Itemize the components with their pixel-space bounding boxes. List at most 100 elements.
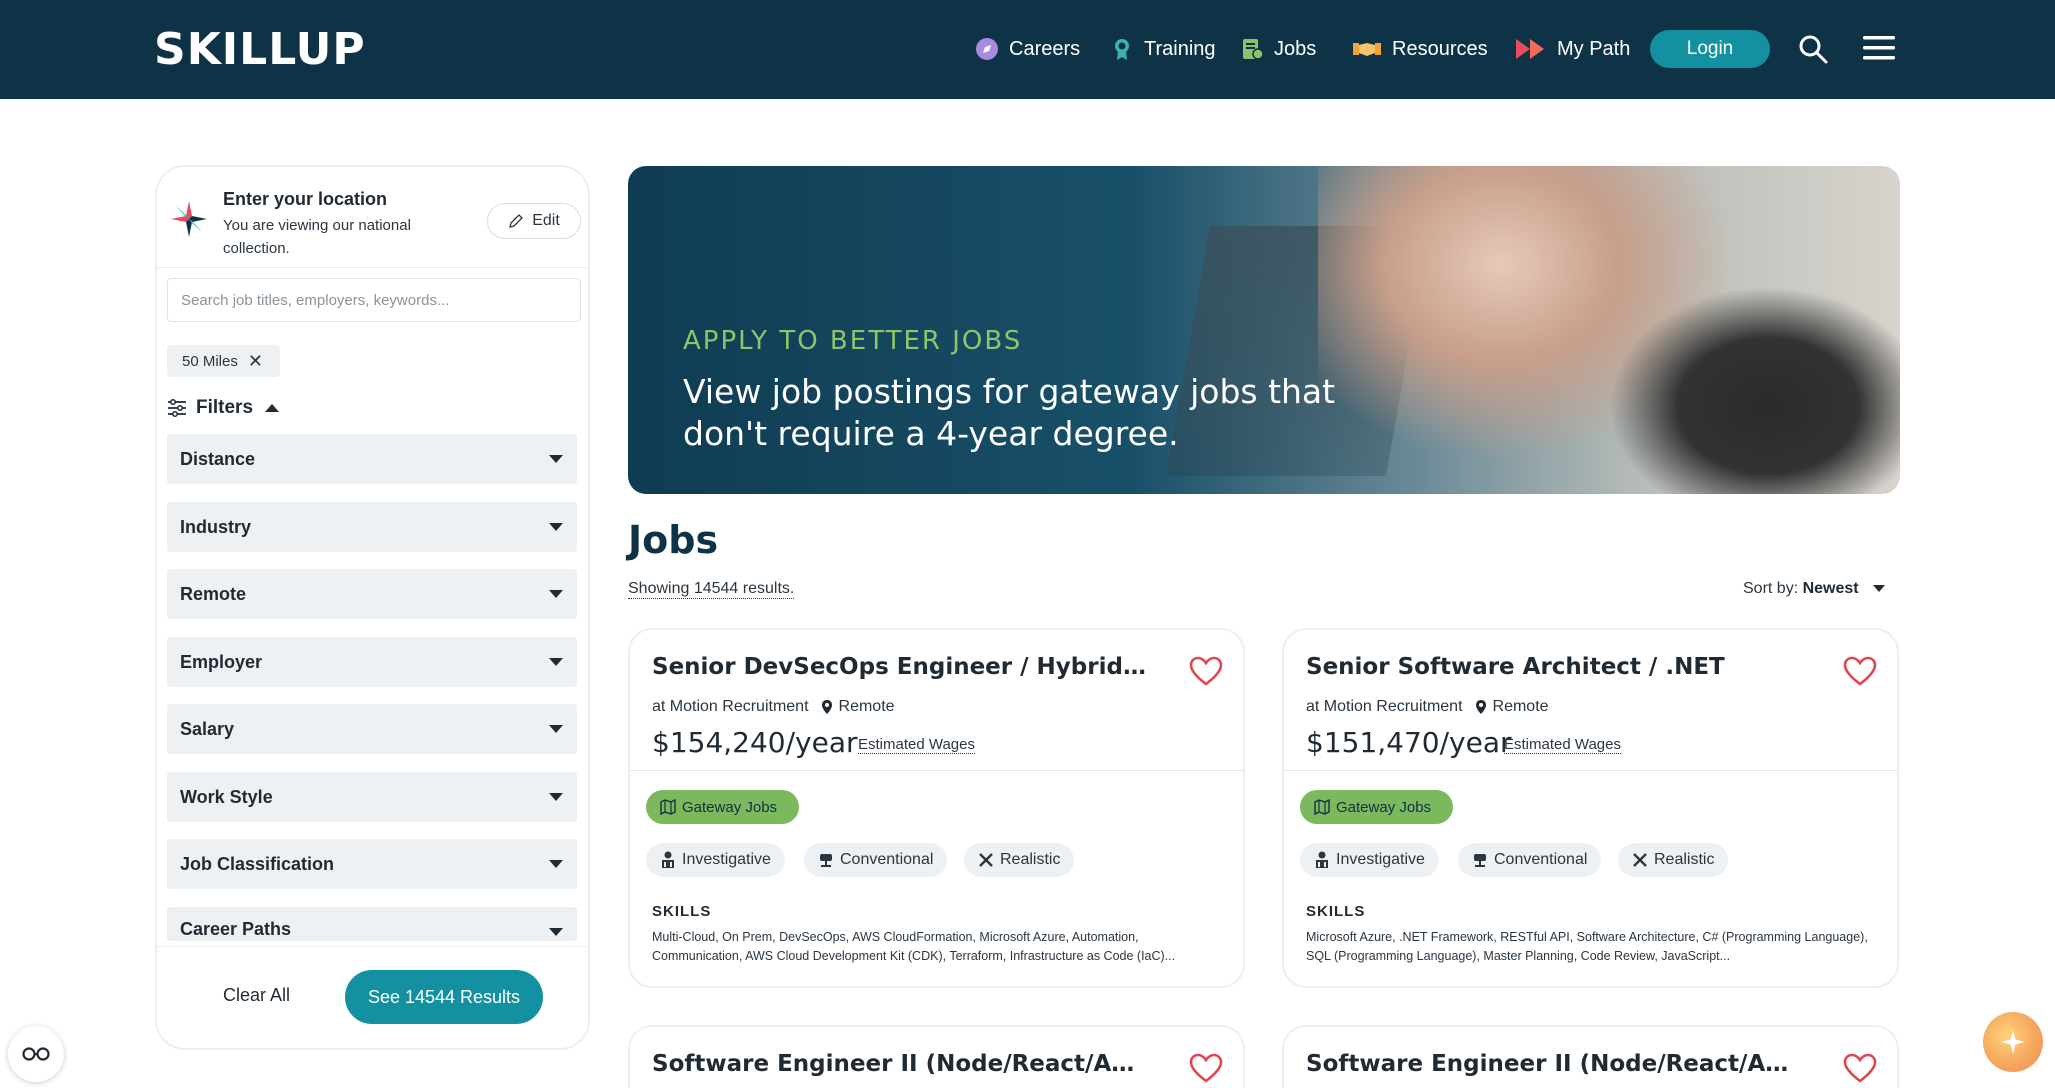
edit-location-button[interactable]: Edit [487, 203, 581, 239]
filter-label: Distance [180, 448, 256, 469]
caret-down-icon [549, 658, 563, 666]
close-icon[interactable]: ✕ [248, 351, 263, 372]
investigative-icon [662, 851, 674, 868]
search-icon[interactable] [1798, 34, 1828, 64]
divider [157, 946, 588, 947]
skills-list: Multi-Cloud, On Prem, DevSecOps, AWS Clo… [652, 930, 1176, 963]
filter-label: Remote [180, 583, 247, 604]
tag-conventional: Conventional [1458, 843, 1602, 877]
ai-assistant-button[interactable] [1983, 1012, 2043, 1072]
hero-image-jacket [1608, 286, 1900, 494]
job-location: Remote [1492, 698, 1549, 715]
nav-label: Resources [1392, 37, 1488, 60]
clear-all-button[interactable]: Clear All [223, 985, 290, 1006]
tools-icon [979, 853, 993, 867]
job-card[interactable]: Software Engineer II (Node/React/Aws) [1282, 1025, 1899, 1088]
badge-label: Gateway Jobs [1336, 798, 1432, 816]
job-card[interactable]: Senior Software Architect / .NET at Moti… [1282, 628, 1899, 988]
top-navbar: SKILLUP Careers Training Jobs Resources … [0, 0, 2055, 99]
divider [1284, 770, 1897, 771]
job-wage: $151,470/year [1306, 726, 1512, 759]
hamburger-menu-icon[interactable] [1863, 34, 1895, 62]
heart-icon[interactable] [1189, 656, 1223, 686]
tag-realistic: Realistic [964, 843, 1075, 877]
nav-training[interactable]: Training [1110, 30, 1216, 68]
filter-sidebar: Enter your location You are viewing our … [155, 165, 590, 1050]
edit-label: Edit [532, 212, 560, 229]
tag-label: Realistic [1654, 851, 1715, 868]
compass-icon [975, 37, 999, 61]
distance-chip-label: 50 Miles [182, 352, 238, 370]
estimated-wages-link[interactable]: Estimated Wages [1504, 736, 1621, 754]
nav-label: Training [1144, 37, 1216, 60]
nav-careers[interactable]: Careers [975, 30, 1080, 68]
filter-industry[interactable]: Industry [167, 502, 577, 552]
job-title[interactable]: Senior DevSecOps Engineer / Hybrid in... [652, 654, 1152, 680]
filter-label: Work Style [180, 786, 273, 807]
gateway-jobs-badge[interactable]: Gateway Jobs [646, 790, 800, 824]
job-search-input[interactable]: Search job titles, employers, keywords..… [167, 278, 581, 322]
location-star-icon [169, 199, 209, 239]
location-pin-icon [821, 700, 832, 714]
skills-heading: SKILLS [1306, 903, 1366, 920]
filter-job-classification[interactable]: Job Classification [167, 839, 577, 889]
caret-down-icon [549, 523, 563, 531]
job-title[interactable]: Senior Software Architect / .NET [1306, 654, 1806, 680]
nav-label: Careers [1009, 37, 1081, 60]
nav-resources[interactable]: Resources [1352, 30, 1488, 68]
jobs-icon [1240, 37, 1264, 61]
filter-career-paths[interactable]: Career Paths [167, 907, 577, 941]
estimated-wages-link[interactable]: Estimated Wages [858, 736, 975, 754]
job-wage: $154,240/year [652, 726, 858, 759]
job-card[interactable]: Software Engineer II (Node/React/Aws) [628, 1025, 1245, 1088]
divider [157, 267, 588, 268]
divider [630, 770, 1243, 771]
login-button[interactable]: Login [1650, 30, 1770, 68]
nav-jobs[interactable]: Jobs [1240, 30, 1316, 68]
filter-remote[interactable]: Remote [167, 569, 577, 619]
tag-label: Investigative [1336, 851, 1425, 868]
filter-label: Salary [180, 718, 235, 739]
skills-list: Microsoft Azure, .NET Framework, RESTful… [1306, 930, 1868, 963]
badge-label: Gateway Jobs [682, 798, 778, 816]
filter-label: Industry [180, 516, 252, 537]
sort-label: Sort by: [1743, 580, 1799, 597]
investigative-icon [1316, 851, 1328, 868]
path-arrows-icon [1515, 37, 1547, 61]
sort-dropdown[interactable]: Sort by: Newest [1743, 580, 1886, 598]
heart-icon[interactable] [1189, 1053, 1223, 1083]
filter-employer[interactable]: Employer [167, 637, 577, 687]
sort-value: Newest [1802, 580, 1859, 597]
map-icon [660, 799, 676, 815]
award-icon [1110, 37, 1134, 61]
job-title[interactable]: Software Engineer II (Node/React/Aws) [652, 1051, 1152, 1077]
caret-down-icon [549, 928, 563, 936]
sliders-icon [168, 399, 186, 417]
filter-distance[interactable]: Distance [167, 434, 577, 484]
job-card[interactable]: Senior DevSecOps Engineer / Hybrid in...… [628, 628, 1245, 988]
job-title[interactable]: Software Engineer II (Node/React/Aws) [1306, 1051, 1806, 1077]
distance-chip[interactable]: 50 Miles ✕ [167, 345, 280, 377]
skills-heading: SKILLS [652, 903, 712, 920]
filters-toggle[interactable]: Filters [167, 393, 288, 423]
filter-salary[interactable]: Salary [167, 704, 577, 754]
tag-realistic: Realistic [1618, 843, 1729, 877]
gateway-jobs-badge[interactable]: Gateway Jobs [1300, 790, 1454, 824]
heart-icon[interactable] [1843, 1053, 1877, 1083]
caret-down-icon [549, 793, 563, 801]
hero-banner: APPLY TO BETTER JOBS View job postings f… [628, 166, 1900, 494]
filter-work-style[interactable]: Work Style [167, 772, 577, 822]
nav-my-path[interactable]: My Path [1515, 30, 1630, 68]
accessibility-button[interactable] [8, 1026, 64, 1082]
location-title: Enter your location [223, 189, 388, 209]
glasses-icon [22, 1047, 50, 1061]
filter-label: Career Paths [180, 919, 292, 939]
map-icon [1314, 799, 1330, 815]
tag-label: Conventional [1494, 851, 1588, 868]
caret-down-icon [549, 455, 563, 463]
sparkle-icon [2001, 1030, 2025, 1054]
heart-icon[interactable] [1843, 656, 1877, 686]
employer-name: at Motion Recruitment [652, 698, 809, 715]
see-results-button[interactable]: See 14544 Results [345, 970, 543, 1024]
skillup-logo[interactable]: SKILLUP [154, 24, 366, 75]
